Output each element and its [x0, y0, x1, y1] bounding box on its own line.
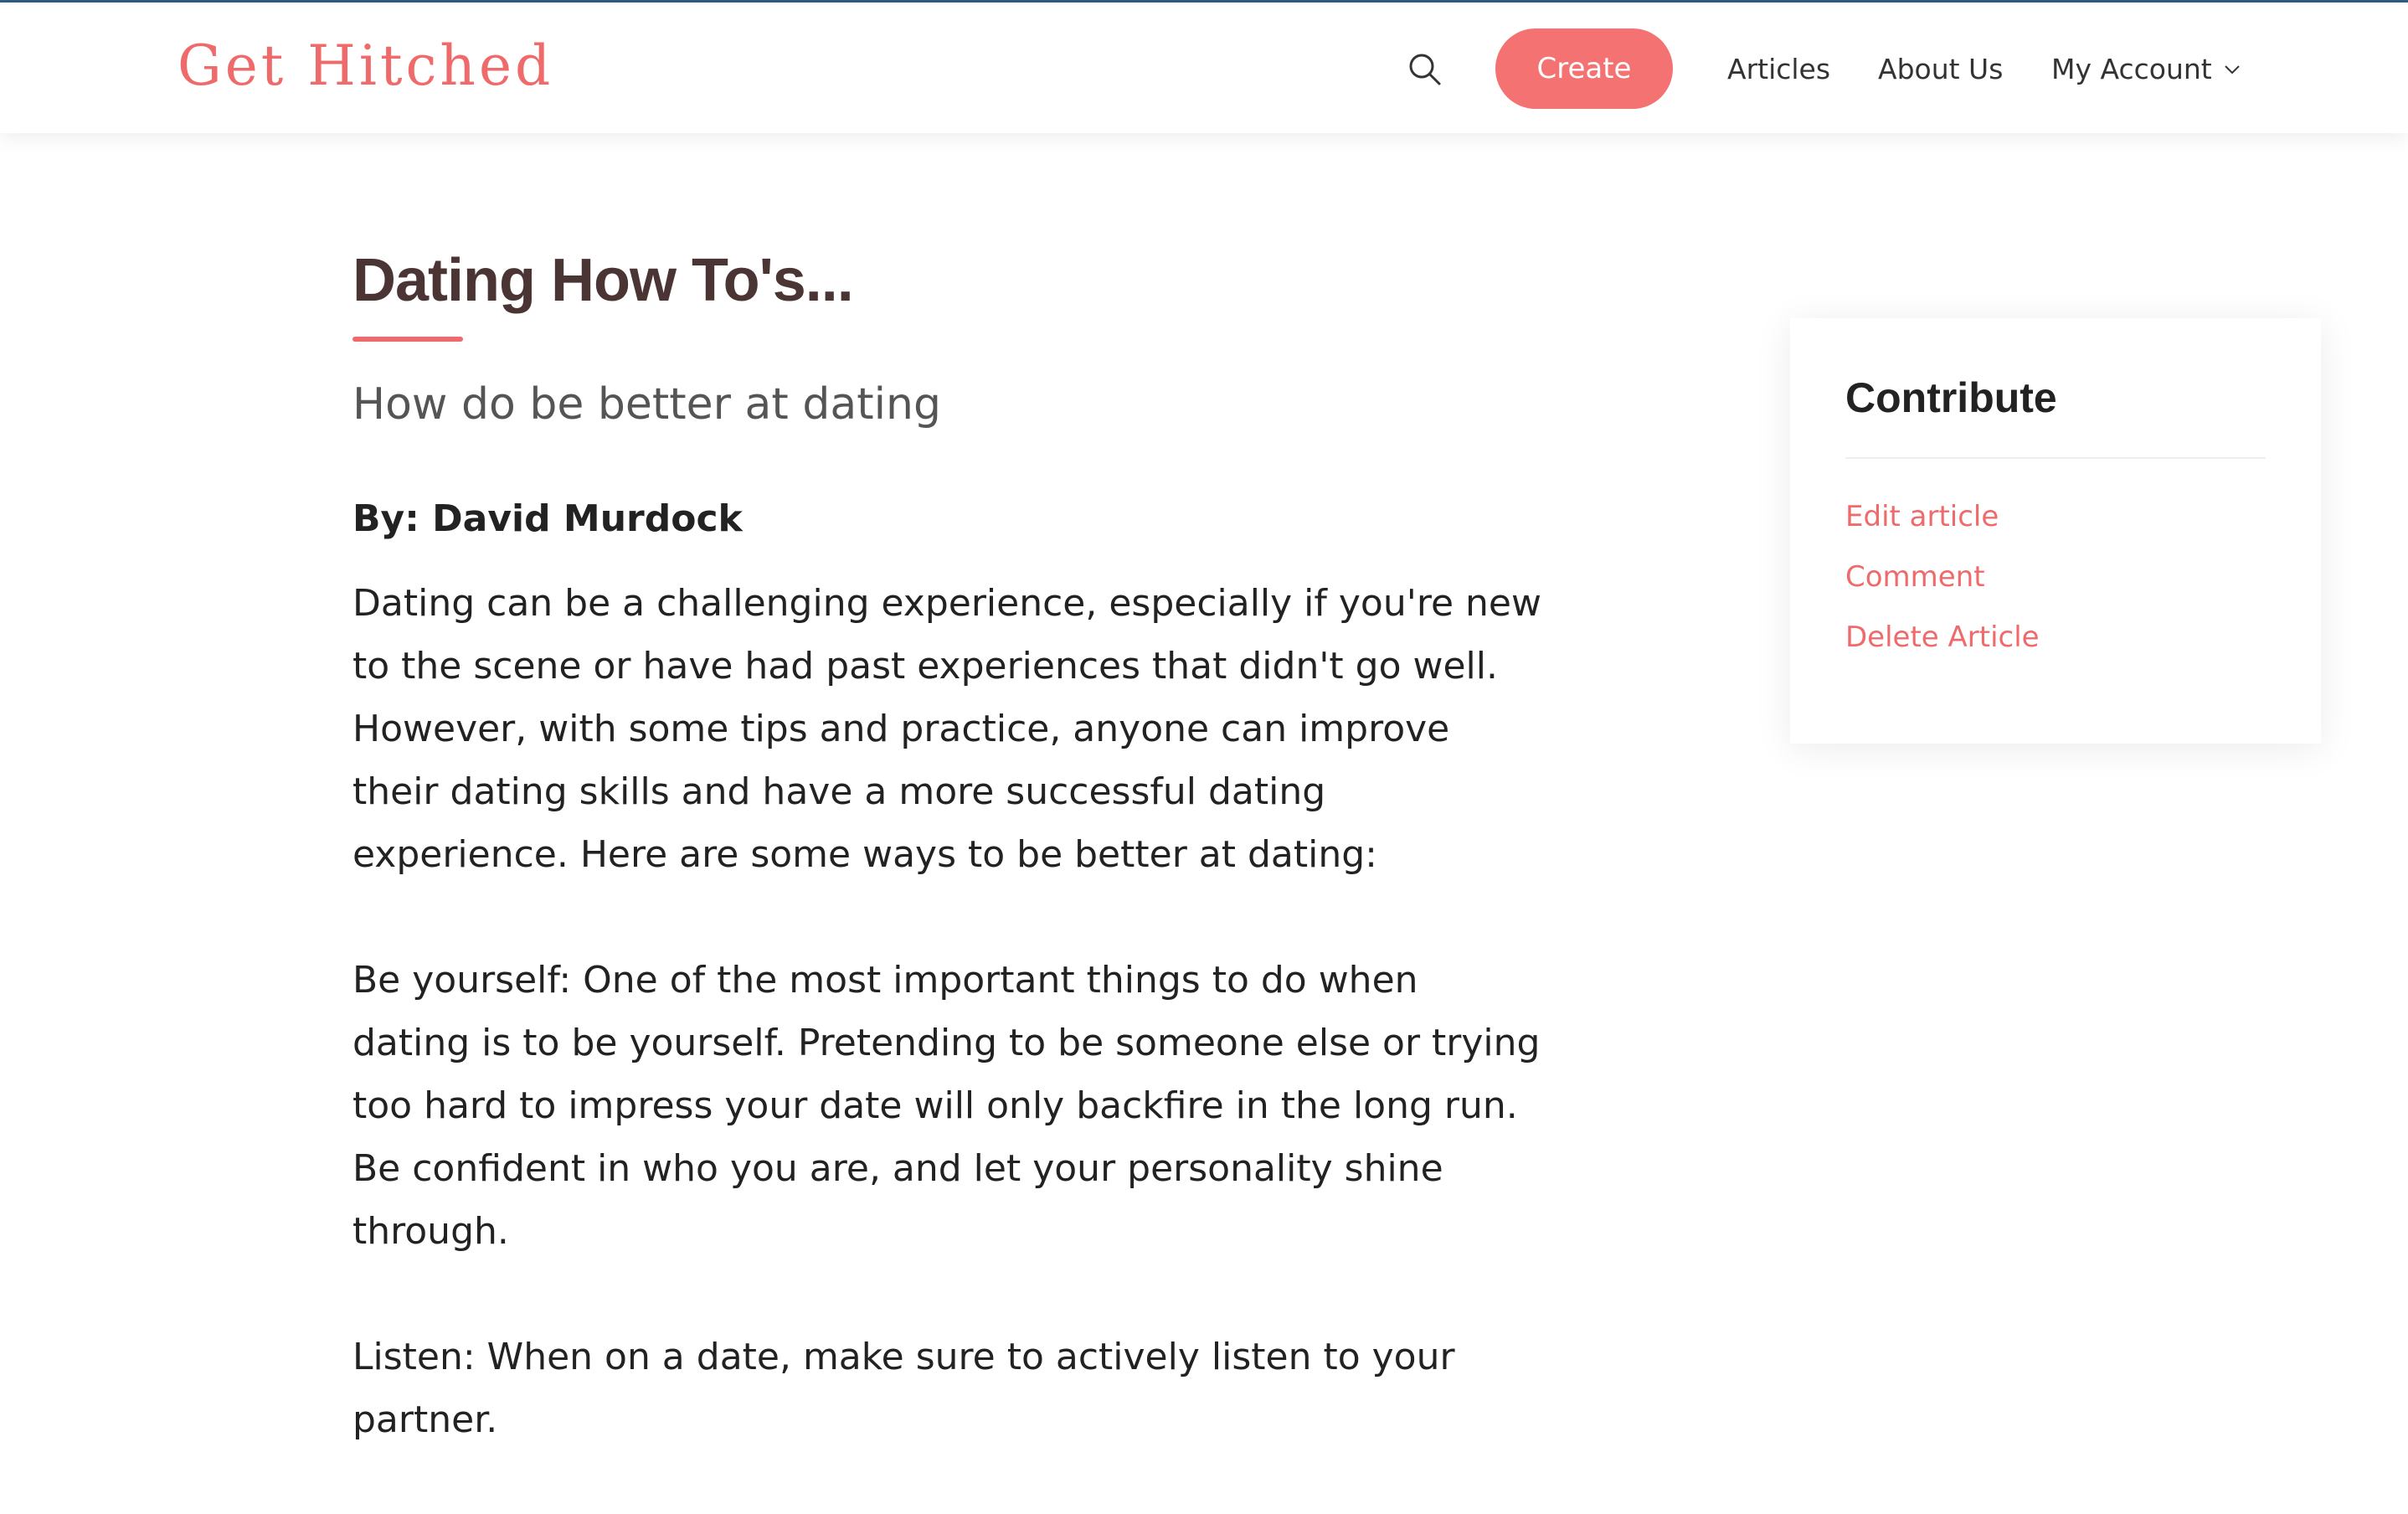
- article-paragraph: Be yourself: One of the most important t…: [352, 959, 1541, 1253]
- search-button[interactable]: [1407, 51, 1443, 88]
- delete-article-link[interactable]: Delete Article: [1845, 616, 2040, 658]
- article-subtitle: How do be better at dating: [352, 379, 941, 430]
- edit-article-link[interactable]: Edit article: [1845, 496, 1999, 538]
- chevron-down-icon: [2225, 65, 2240, 75]
- site-logo[interactable]: Get Hitched: [178, 33, 553, 100]
- search-icon: [1409, 54, 1441, 85]
- create-button[interactable]: Create: [1495, 28, 1673, 109]
- title-underline: [352, 337, 463, 342]
- nav-my-account[interactable]: My Account: [2051, 49, 2242, 90]
- article-paragraph: Dating can be a challenging experience, …: [352, 582, 1541, 876]
- nav-about-us[interactable]: About Us: [1878, 49, 2003, 90]
- nav-my-account-label: My Account: [2051, 53, 2212, 85]
- article-body: Dating can be a challenging experience, …: [352, 572, 1541, 1514]
- contribute-title: Contribute: [1845, 374, 2057, 421]
- comment-link[interactable]: Comment: [1845, 556, 1985, 598]
- article-title: Dating How To's...: [352, 247, 854, 314]
- contribute-divider: [1845, 457, 2266, 459]
- nav-articles[interactable]: Articles: [1727, 49, 1830, 90]
- site-header: Get Hitched Create Articles About Us My …: [0, 3, 2408, 133]
- contribute-card: Contribute Edit article Comment Delete A…: [1790, 318, 2321, 744]
- article-byline: By: David Murdock: [352, 497, 743, 540]
- article-paragraph: Listen: When on a date, make sure to act…: [352, 1336, 1455, 1441]
